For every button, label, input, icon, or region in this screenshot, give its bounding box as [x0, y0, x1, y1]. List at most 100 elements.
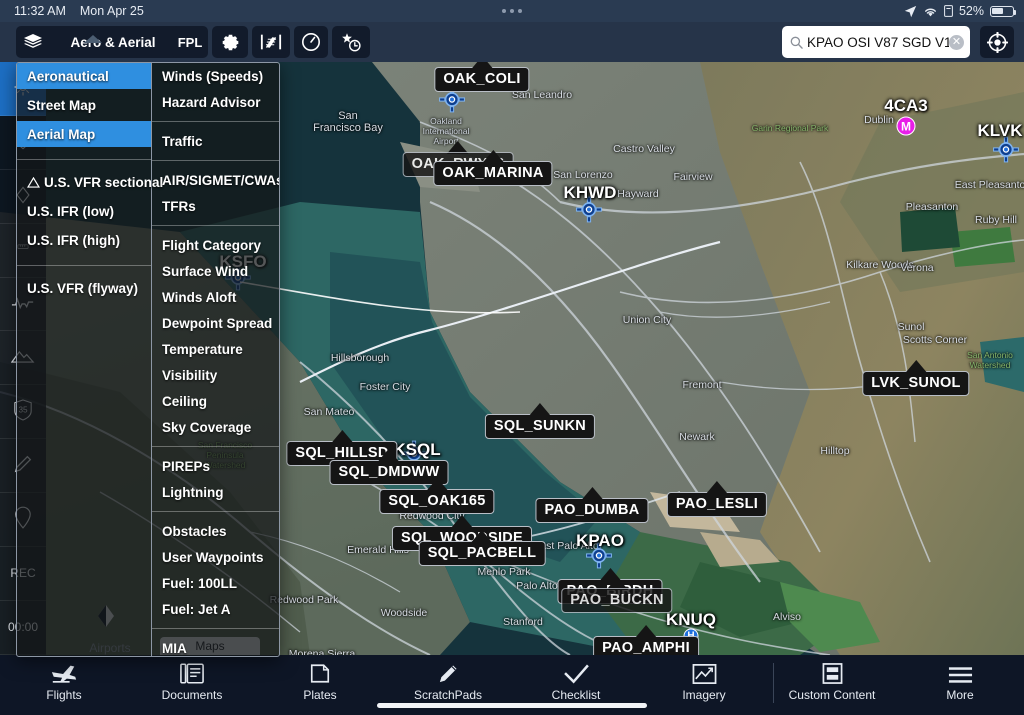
tab-plates[interactable]: Plates	[256, 659, 384, 702]
locate-button[interactable]	[980, 26, 1014, 58]
ipad-screen: 11:32 AM Mon Apr 25 52% Aero & Aerial FP…	[0, 0, 1024, 715]
dropdown-item-label: Hazard Advisor	[162, 94, 261, 110]
dropdown-item-user-waypoints[interactable]: User Waypoints	[152, 544, 279, 570]
chart-button[interactable]	[252, 26, 290, 58]
tab-label: Imagery	[682, 688, 726, 702]
dropdown-item-sky-coverage[interactable]: Sky Coverage	[152, 414, 279, 440]
dropdown-item-temperature[interactable]: Temperature	[152, 336, 279, 362]
tab-custom-content[interactable]: Custom Content	[768, 659, 896, 702]
dropdown-item-u-s-ifr-high[interactable]: U.S. IFR (high)	[17, 227, 151, 253]
dropdown-item-winds-aloft[interactable]: Winds Aloft	[152, 284, 279, 310]
dropdown-item-label: User Waypoints	[162, 549, 264, 565]
crosshair-icon	[986, 31, 1008, 53]
dropdown-item-label: AIR/SIGMET/CWAs	[162, 172, 280, 188]
layers-button-label: Aero & Aerial	[70, 34, 156, 50]
gauge-button[interactable]	[294, 26, 328, 58]
dropdown-item-pireps[interactable]: PIREPs	[152, 453, 279, 479]
dropdown-overlays-column[interactable]: Winds (Speeds) Hazard Advisor Traffic AIR/S…	[152, 63, 279, 656]
dropdown-basemap-column[interactable]: Aeronautical Street Map Aerial Map U.S. VFR…	[17, 63, 163, 656]
home-indicator[interactable]	[377, 703, 647, 708]
dropdown-item-label: Fuel: 100LL	[162, 575, 238, 591]
bottom-tab-bar[interactable]: Flights Documents Plates ScratchPads Checkli…	[0, 655, 1024, 715]
hamburger-icon	[948, 659, 973, 685]
dropdown-item-u-s-vfr-sectional[interactable]: U.S. VFR sectional	[17, 169, 163, 195]
airplane-icon	[50, 659, 78, 685]
search-field[interactable]: ✕	[782, 26, 970, 58]
dropdown-item-tfrs[interactable]: TFRs	[152, 193, 279, 219]
search-input[interactable]	[807, 34, 949, 50]
layers-menu-caret	[84, 35, 102, 43]
dropdown-item-label: Street Map	[27, 97, 97, 113]
dropdown-item-label: Temperature	[162, 341, 243, 357]
tab-flights[interactable]: Flights	[0, 659, 128, 702]
dropdown-item-visibility[interactable]: Visibility	[152, 362, 279, 388]
dropdown-item-label: Aeronautical	[27, 68, 109, 84]
tab-label: Checklist	[551, 688, 601, 702]
tab-more[interactable]: More	[896, 659, 1024, 702]
dropdown-item-dewpoint-spread[interactable]: Dewpoint Spread	[152, 310, 279, 336]
dropdown-item-street-map[interactable]: Street Map	[17, 92, 151, 118]
location-arrow-icon	[904, 5, 917, 17]
dropdown-item-winds-speeds[interactable]: Winds (Speeds)	[152, 63, 279, 89]
dropdown-item-label: Fuel: Jet A	[162, 601, 231, 617]
layers-dropdown-menu[interactable]: Aeronautical Street Map Aerial Map U.S. VFR…	[16, 62, 280, 657]
dropdown-item-label: U.S. VFR (flyway)	[27, 280, 139, 296]
status-bar: 11:32 AM Mon Apr 25 52%	[0, 0, 1024, 22]
gear-icon	[222, 34, 238, 50]
tab-label: ScratchPads	[413, 688, 483, 702]
custom-content-icon	[822, 659, 843, 685]
battery-percent: 52%	[958, 4, 984, 18]
dropdown-item-label: Visibility	[162, 367, 218, 383]
dropdown-item-label: Obstacles	[162, 523, 227, 539]
dropdown-item-traffic[interactable]: Traffic	[152, 128, 279, 154]
dropdown-item-label: PIREPs	[162, 458, 211, 474]
settings-button[interactable]	[212, 26, 248, 58]
search-icon	[790, 36, 803, 49]
dropdown-item-u-s-ifr-low[interactable]: U.S. IFR (low)	[17, 198, 151, 224]
dropdown-item-label: Traffic	[162, 133, 203, 149]
tab-label: Flights	[46, 688, 82, 702]
dropdown-item-obstacles[interactable]: Obstacles	[152, 518, 279, 544]
multitask-dots[interactable]	[502, 9, 522, 13]
dropdown-item-label: TFRs	[162, 198, 196, 214]
dropdown-item-fuel-100ll[interactable]: Fuel: 100LL	[152, 570, 279, 596]
plates-icon	[309, 659, 331, 685]
clear-search-icon[interactable]: ✕	[949, 34, 964, 50]
tab-imagery[interactable]: Imagery	[640, 659, 768, 702]
dropdown-item-flight-category[interactable]: Flight Category	[152, 232, 279, 258]
check-icon	[563, 659, 589, 685]
star-clock-button[interactable]	[332, 26, 370, 58]
tab-checklist[interactable]: Checklist	[512, 659, 640, 702]
wifi-icon	[924, 8, 936, 16]
fpl-button[interactable]: FPL	[172, 26, 208, 58]
pencil-icon	[437, 659, 460, 685]
dropdown-item-label: Winds Aloft	[162, 289, 237, 305]
dropdown-item-u-s-vfr-flyway[interactable]: U.S. VFR (flyway)	[17, 275, 151, 301]
dropdown-item-aeronautical[interactable]: Aeronautical	[17, 63, 151, 89]
gauge-icon	[302, 33, 320, 51]
dropdown-item-surface-wind[interactable]: Surface Wind	[152, 258, 279, 284]
dropdown-item-fuel-jet-a[interactable]: Fuel: Jet A	[152, 596, 279, 622]
layers-icon	[16, 33, 50, 51]
dropdown-item-label: Winds (Speeds)	[162, 68, 264, 84]
status-date: Mon Apr 25	[79, 4, 144, 18]
dropdown-item-mia[interactable]: MIA	[152, 635, 279, 656]
dropdown-item-air-sigmet-cwas[interactable]: AIR/SIGMET/CWAs	[152, 167, 279, 193]
dropdown-item-ceiling[interactable]: Ceiling	[152, 388, 279, 414]
dropdown-item-aerial-map[interactable]: Aerial Map	[17, 121, 151, 147]
tab-documents[interactable]: Documents	[128, 659, 256, 702]
dropdown-item-hazard-advisor[interactable]: Hazard Advisor	[152, 89, 279, 115]
dropdown-item-label: U.S. VFR sectional	[44, 174, 164, 190]
dropdown-item-lightning[interactable]: Lightning	[152, 479, 279, 505]
dropdown-item-label: Ceiling	[162, 393, 208, 409]
top-toolbar: Aero & Aerial FPL KPAO OSI V87 SGD V1...…	[0, 22, 1024, 62]
fpl-label: FPL	[177, 34, 203, 50]
dropdown-item-label: U.S. IFR (high)	[27, 232, 120, 248]
battery-icon	[990, 5, 1017, 17]
tab-label: Plates	[303, 688, 337, 702]
tab-scratchpads[interactable]: ScratchPads	[384, 659, 512, 702]
documents-icon	[180, 659, 204, 685]
